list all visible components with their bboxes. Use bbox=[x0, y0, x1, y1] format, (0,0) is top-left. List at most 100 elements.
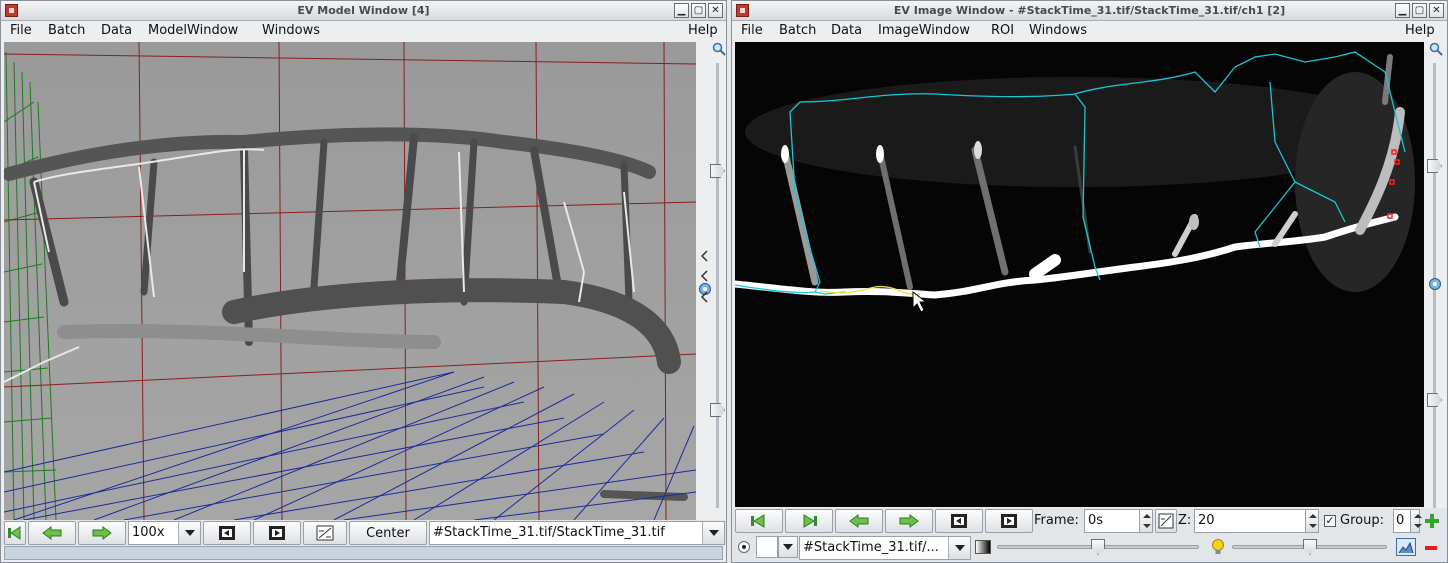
close-button[interactable]: ✕ bbox=[1429, 3, 1444, 18]
skip-to-end-icon bbox=[803, 514, 817, 528]
chevron-left-icon[interactable] bbox=[698, 249, 712, 263]
menu-data[interactable]: Data bbox=[101, 23, 132, 38]
image-view[interactable] bbox=[735, 42, 1424, 507]
measure-button[interactable] bbox=[303, 521, 347, 545]
chevron-down-icon[interactable] bbox=[702, 522, 724, 544]
minimize-button[interactable]: ▁ bbox=[1395, 3, 1410, 18]
arrow-right-icon bbox=[899, 514, 919, 528]
frame-label: Frame: bbox=[1034, 513, 1079, 528]
image-window-titlebar[interactable]: EV Image Window - #StackTime_31.tif/Stac… bbox=[732, 1, 1447, 21]
menu-windows[interactable]: Windows bbox=[262, 23, 320, 38]
3d-model-view[interactable] bbox=[4, 42, 696, 520]
image-channel-combo[interactable]: #StackTime_31.tif/... bbox=[799, 536, 971, 560]
zoom-icon[interactable] bbox=[712, 42, 726, 56]
slider-thumb-upper[interactable] bbox=[710, 164, 725, 178]
contrast-slider[interactable] bbox=[997, 539, 1199, 555]
ruler-icon bbox=[316, 525, 334, 541]
chevron-down-icon[interactable] bbox=[778, 536, 798, 558]
z-field[interactable]: 20 bbox=[1194, 509, 1306, 533]
z-spinner[interactable] bbox=[1305, 509, 1319, 533]
maximize-button[interactable]: ▢ bbox=[1412, 3, 1427, 18]
chevron-left-icon[interactable] bbox=[698, 269, 712, 283]
chevron-down-icon[interactable] bbox=[178, 522, 200, 544]
image-channel-bar: #StackTime_31.tif/... bbox=[732, 534, 1447, 562]
ruler-icon bbox=[1158, 513, 1174, 529]
slider-thumb-upper[interactable] bbox=[1427, 159, 1442, 173]
channel-combo[interactable]: #StackTime_31.tif/StackTime_31.tif bbox=[429, 521, 725, 545]
minimize-button[interactable]: ▁ bbox=[674, 3, 689, 18]
chevron-left-icon[interactable] bbox=[698, 290, 712, 304]
rotate-handle-icon[interactable] bbox=[1428, 277, 1442, 291]
histogram-icon[interactable] bbox=[1396, 538, 1416, 556]
lightbulb-icon bbox=[1211, 538, 1225, 556]
menu-roi[interactable]: ROI bbox=[991, 23, 1014, 38]
film-back-icon bbox=[219, 526, 235, 540]
rotation-slider[interactable] bbox=[710, 63, 726, 508]
image-window: EV Image Window - #StackTime_31.tif/Stac… bbox=[699, 0, 1448, 563]
menu-batch[interactable]: Batch bbox=[779, 23, 816, 38]
model-window-title: EV Model Window [4] bbox=[297, 4, 430, 17]
menu-help[interactable]: Help bbox=[688, 23, 718, 38]
contrast-slider-thumb[interactable] bbox=[1091, 539, 1105, 555]
menu-file[interactable]: File bbox=[10, 23, 32, 38]
menu-batch[interactable]: Batch bbox=[48, 23, 85, 38]
group-label: Group: bbox=[1340, 513, 1384, 528]
close-button[interactable]: ✕ bbox=[708, 3, 723, 18]
menu-help[interactable]: Help bbox=[1405, 23, 1435, 38]
zoom-icon[interactable] bbox=[1429, 42, 1443, 56]
model-window: EV Model Window [4] ▁ ▢ ✕ File Batch Dat… bbox=[0, 0, 727, 563]
brightness-slider-thumb[interactable] bbox=[1303, 539, 1317, 555]
channel-radio[interactable] bbox=[738, 541, 750, 553]
zoom-value: 100x bbox=[132, 525, 165, 540]
frame-spinner[interactable] bbox=[1139, 509, 1153, 533]
film-prev-button[interactable] bbox=[935, 509, 983, 533]
model-menubar: File Batch Data ModelWindow Windows Help bbox=[1, 21, 726, 41]
group-spinner[interactable] bbox=[1410, 509, 1422, 533]
arrow-left-icon bbox=[42, 526, 62, 540]
model-toolbar: 100x Center #StackTime_31.tif/StackTime_… bbox=[1, 520, 726, 546]
frame-field[interactable]: 0s bbox=[1084, 509, 1140, 533]
zoom-combo[interactable]: 100x bbox=[128, 521, 201, 545]
slider-thumb-lower[interactable] bbox=[710, 403, 725, 417]
microscopy-image bbox=[735, 42, 1424, 507]
image-window-title: EV Image Window - #StackTime_31.tif/Stac… bbox=[893, 4, 1286, 17]
menu-file[interactable]: File bbox=[741, 23, 763, 38]
arrow-left-icon bbox=[849, 514, 869, 528]
menu-modelwindow[interactable]: ModelWindow bbox=[148, 23, 238, 38]
image-menubar: File Batch Data ImageWindow ROI Windows … bbox=[732, 21, 1447, 41]
first-frame-button[interactable] bbox=[735, 509, 783, 533]
skip-to-start-icon bbox=[751, 514, 765, 528]
arrow-right-icon bbox=[92, 526, 112, 540]
film-back-icon bbox=[951, 514, 967, 528]
film-forward-icon bbox=[1001, 514, 1017, 528]
image-channel-path: #StackTime_31.tif/... bbox=[803, 540, 939, 555]
brightness-slider[interactable] bbox=[1232, 539, 1387, 555]
z-label: Z: bbox=[1178, 513, 1192, 528]
film-next-button[interactable] bbox=[253, 521, 301, 545]
film-forward-icon bbox=[269, 526, 285, 540]
add-icon[interactable] bbox=[1424, 513, 1440, 529]
first-frame-button[interactable] bbox=[4, 521, 26, 545]
chevron-down-icon[interactable] bbox=[948, 537, 970, 559]
maximize-button[interactable]: ▢ bbox=[691, 3, 706, 18]
step-back-button[interactable] bbox=[835, 509, 883, 533]
step-forward-button[interactable] bbox=[78, 521, 126, 545]
step-forward-button[interactable] bbox=[885, 509, 933, 533]
menu-windows[interactable]: Windows bbox=[1029, 23, 1087, 38]
frame-measure-button[interactable] bbox=[1155, 509, 1177, 533]
step-back-button[interactable] bbox=[28, 521, 76, 545]
group-checkbox[interactable]: ✓ bbox=[1324, 515, 1336, 527]
menu-imagewindow[interactable]: ImageWindow bbox=[878, 23, 970, 38]
skip-to-start-icon bbox=[8, 526, 21, 540]
last-frame-button[interactable] bbox=[785, 509, 833, 533]
contrast-gradient-icon bbox=[975, 540, 991, 554]
menu-data[interactable]: Data bbox=[831, 23, 862, 38]
slider-thumb-lower[interactable] bbox=[1427, 393, 1442, 407]
color-swatch[interactable] bbox=[756, 536, 778, 558]
film-prev-button[interactable] bbox=[203, 521, 251, 545]
remove-icon[interactable] bbox=[1424, 542, 1438, 552]
film-next-button[interactable] bbox=[985, 509, 1033, 533]
model-window-titlebar[interactable]: EV Model Window [4] ▁ ▢ ✕ bbox=[1, 1, 726, 21]
model-status-bar bbox=[4, 546, 723, 560]
center-button[interactable]: Center bbox=[349, 521, 427, 545]
